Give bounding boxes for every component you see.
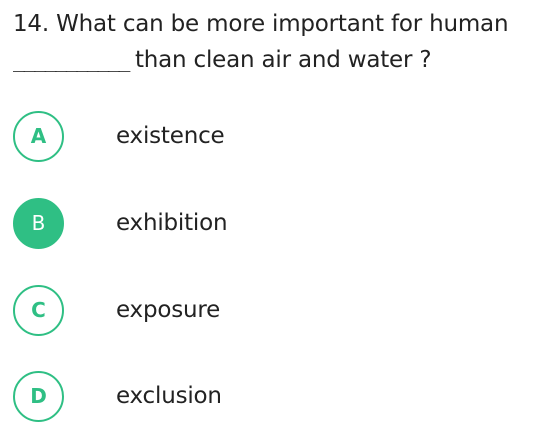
option-d-label: exclusion xyxy=(116,383,222,409)
option-d-badge[interactable]: D xyxy=(13,370,64,422)
option-b-badge-selected[interactable]: B xyxy=(13,197,64,249)
question-line-2-text: than clean air and water ? xyxy=(134,47,432,73)
option-c[interactable]: C exposure xyxy=(13,284,533,336)
option-a[interactable]: A existence xyxy=(13,110,533,162)
option-a-label: existence xyxy=(116,123,225,149)
question-line-1: 14. What can be more important for human xyxy=(13,11,509,37)
option-b-label: exhibition xyxy=(116,210,228,236)
option-a-badge[interactable]: A xyxy=(13,110,64,162)
answer-blank: ___________ xyxy=(13,48,130,72)
question-text: 14. What can be more important for human… xyxy=(13,6,538,78)
option-b[interactable]: B exhibition xyxy=(13,197,533,249)
option-d[interactable]: D exclusion xyxy=(13,370,533,422)
question-line-2: ___________ than clean air and water ? xyxy=(13,42,538,78)
option-c-badge[interactable]: C xyxy=(13,284,64,336)
option-c-label: exposure xyxy=(116,297,221,323)
